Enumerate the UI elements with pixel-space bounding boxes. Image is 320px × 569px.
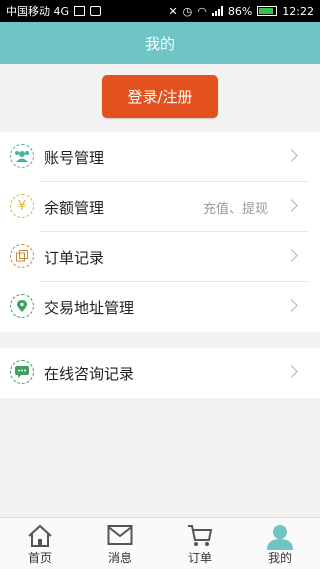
location-icon <box>10 294 34 318</box>
account-icon <box>10 144 34 168</box>
sim-icon <box>74 6 86 16</box>
status-bar: 中国移动 4G ✕ ◷ ◠ 86% 12:22 <box>0 0 320 22</box>
tab-label: 消息 <box>107 551 132 565</box>
chevron-right-icon <box>285 249 298 262</box>
menu-item-account[interactable]: 账号管理 <box>0 132 320 182</box>
yen-icon: ¥ <box>10 194 34 218</box>
menu-item-address[interactable]: 交易地址管理 <box>0 282 320 332</box>
tab-orders[interactable]: 订单 <box>160 518 240 569</box>
menu-item-sub: 充值、提现 <box>202 201 268 217</box>
mute-icon: ✕ <box>168 4 178 18</box>
bottom-nav: 首页 消息 订单 我的 <box>0 517 320 569</box>
page-title: 我的 <box>144 34 175 53</box>
orders-icon <box>10 244 34 268</box>
chevron-right-icon <box>285 365 298 378</box>
home-icon <box>28 524 52 547</box>
chevron-right-icon <box>285 149 298 162</box>
chevron-right-icon <box>285 299 298 312</box>
app-header: 我的 <box>0 22 320 64</box>
signal-icon <box>211 6 223 16</box>
consult-menu-group: 在线咨询记录 <box>0 348 320 398</box>
menu-item-balance[interactable]: ¥ 余额管理 充值、提现 <box>0 182 320 232</box>
menu-item-label: 交易地址管理 <box>44 298 135 317</box>
battery-icon <box>257 6 278 16</box>
menu-item-consult[interactable]: 在线咨询记录 <box>0 348 320 398</box>
carrier-text: 中国移动 4G <box>6 5 70 18</box>
alarm-icon: ◷ <box>182 4 193 18</box>
chat-icon <box>10 360 34 384</box>
account-menu-group: 账号管理 ¥ 余额管理 充值、提现 订单记录 交易地址管理 <box>0 132 320 332</box>
notification-icon <box>90 6 102 16</box>
message-icon <box>107 525 133 545</box>
menu-item-label: 账号管理 <box>44 148 105 167</box>
tab-label: 订单 <box>187 551 212 565</box>
login-register-button[interactable]: 登录/注册 <box>102 75 218 118</box>
tab-profile[interactable]: 我的 <box>240 518 320 569</box>
tab-home[interactable]: 首页 <box>0 518 80 569</box>
menu-item-label: 余额管理 <box>44 198 105 217</box>
cart-icon <box>188 525 213 546</box>
wifi-icon: ◠ <box>197 4 207 18</box>
menu-item-label: 在线咨询记录 <box>44 364 135 383</box>
profile-icon <box>267 525 293 550</box>
chevron-right-icon <box>285 199 298 212</box>
login-section: 登录/注册 <box>0 64 320 132</box>
tab-messages[interactable]: 消息 <box>80 518 160 569</box>
battery-percent: 86% <box>227 4 253 18</box>
menu-item-label: 订单记录 <box>44 248 105 267</box>
tab-label: 首页 <box>27 551 52 565</box>
menu-item-orders[interactable]: 订单记录 <box>0 232 320 282</box>
tab-label: 我的 <box>267 551 292 565</box>
clock: 12:22 <box>282 4 314 18</box>
